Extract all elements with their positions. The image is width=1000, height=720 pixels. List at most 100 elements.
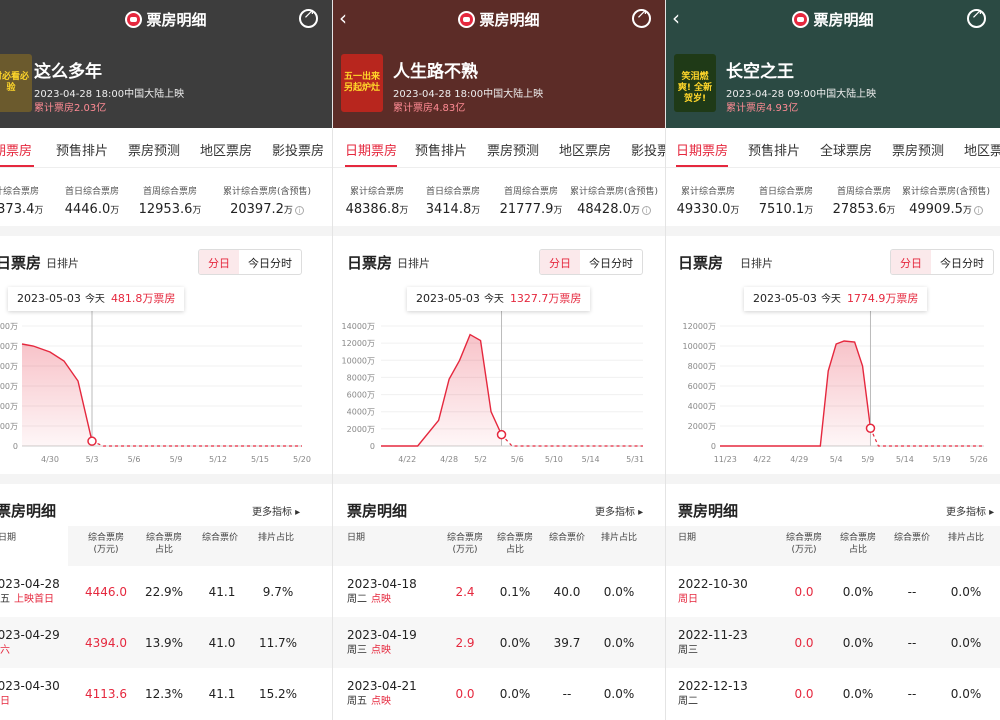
top-bar: 票房明细 [0, 0, 332, 38]
row-weekday: 周三 [678, 645, 698, 656]
more-metrics-link[interactable]: 更多指标 ▸ [252, 503, 300, 518]
row-week: 周六 [0, 643, 60, 659]
tab-presale[interactable]: 预售排片 [56, 140, 108, 159]
movie-poster[interactable]: 笑泪燃爽! 全新贺岁! [674, 54, 716, 112]
y-tick-label: 2000万 [688, 422, 716, 431]
row-week: 周三 点映 [347, 643, 417, 659]
tab-daily-gross[interactable]: 日期票房 [676, 140, 728, 159]
stat-cumulative-presale: 累计综合票房(含预售) 20397.2万 i [212, 184, 322, 217]
chart-tooltip: 2023-05-03 今天 1774.9万票房 [744, 287, 928, 311]
y-tick-label: 10000万 [342, 356, 375, 365]
stat-label: 首周综合票房 [142, 187, 197, 197]
stat-value: 48386.8万 [337, 202, 417, 217]
tooltip-today: 今天 [820, 294, 841, 305]
table-row[interactable]: 2022-12-13 周二 0.0 0.0% -- 0.0% [666, 668, 1000, 719]
movie-poster[interactable]: 五一出来 另起炉灶 [341, 54, 383, 112]
table-row[interactable]: 2022-11-23 周三 0.0 0.0% -- 0.0% [666, 617, 1000, 668]
section-gap [666, 474, 1000, 484]
row-weekday: 周三 [347, 645, 367, 656]
stat-number: 27853.6 [832, 202, 887, 217]
row-note: 点映 [371, 696, 391, 707]
info-icon[interactable]: i [973, 206, 983, 215]
tab-forecast[interactable]: 票房预测 [128, 140, 180, 159]
row-date-value: 2023-04-30 [0, 679, 60, 693]
brand-title: 票房明细 [0, 9, 332, 30]
stat-first-week: 首周综合票房 12953.6万 [130, 184, 210, 217]
row-share: 12.3% [144, 687, 184, 701]
stat-label: 首日综合票房 [425, 187, 480, 197]
x-tick-label: 4/22 [753, 455, 771, 464]
table-row[interactable]: 2023-04-30 周日 4113.6 12.3% 41.1 15.2% [0, 668, 332, 719]
row-week: 周日 [0, 694, 60, 710]
x-tick-label: 5/20 [293, 455, 311, 464]
poster-text: 笑泪燃爽! 全新贺岁! [677, 72, 713, 104]
row-weekday: 周二 [347, 594, 367, 605]
detail-card: 票房明细 更多指标 ▸ 日期 综合票房(万元) 综合票房占比 综合票价 排片占比… [666, 484, 1000, 720]
tab-region[interactable]: 地区票房 [559, 140, 611, 159]
area-fill [720, 341, 871, 446]
table-row[interactable]: 2022-10-30 周日 0.0 0.0% -- 0.0% [666, 566, 1000, 617]
row-date-value: 2023-04-28 [0, 577, 60, 591]
y-tick-label: 12000万 [342, 339, 375, 348]
share-icon[interactable] [967, 6, 986, 28]
x-tick-label: 11/23 [714, 455, 737, 464]
movie-title: 长空之王 [726, 62, 794, 82]
table-row[interactable]: 2023-04-29 周六 4394.0 13.9% 41.0 11.7% [0, 617, 332, 668]
forecast-dashed-line [91, 440, 302, 447]
tab-presale[interactable]: 预售排片 [748, 140, 800, 159]
table-row[interactable]: 2023-04-18 周二 点映 2.4 0.1% 40.0 0.0% [333, 566, 665, 617]
stat-value: 48428.0万 i [559, 202, 665, 217]
movie-header: 票房明细 时必看必验 这么多年 2023-04-28 18:00中国大陆上映 累… [0, 0, 332, 128]
table-row[interactable]: 2023-04-21 周五 点映 0.0 0.0% -- 0.0% [333, 668, 665, 719]
movie-title: 这么多年 [34, 62, 102, 82]
stat-label: 累计综合票房(含预售) [569, 187, 659, 197]
row-price: -- [907, 585, 917, 599]
tab-region[interactable]: 地区票房 [200, 140, 252, 159]
tab-global[interactable]: 全球票房 [820, 140, 872, 159]
table-row[interactable]: 2023-04-19 周三 点映 2.9 0.0% 39.7 0.0% [333, 617, 665, 668]
tooltip-today: 今天 [483, 294, 504, 305]
more-metrics-link[interactable]: 更多指标 ▸ [946, 503, 994, 518]
th-price: 综合票价 [893, 533, 930, 543]
stat-number: 20397.2 [230, 202, 284, 217]
info-icon[interactable]: i [294, 206, 304, 215]
tab-investor[interactable]: 影投票房 [272, 140, 324, 159]
row-date: 2023-04-30 周日 [0, 678, 60, 710]
more-metrics-link[interactable]: 更多指标 ▸ [595, 503, 643, 518]
tooltip-today: 今天 [84, 294, 105, 305]
y-tick-label: 2000万 [0, 422, 18, 431]
row-sched: 0.0% [950, 636, 982, 650]
stat-number: 48386.8 [345, 202, 400, 217]
row-date: 2023-04-28周五上映首日 [0, 576, 60, 608]
row-sched: 0.0% [950, 687, 982, 701]
table-row[interactable]: 2023-04-28周五上映首日 4446.0 22.9% 41.1 9.7% [0, 566, 332, 617]
info-icon[interactable]: i [641, 206, 651, 215]
stat-label: 首日综合票房 [64, 187, 119, 197]
row-sched: 0.0% [603, 636, 635, 650]
x-tick-label: 5/6 [511, 455, 524, 464]
stat-unit: 万 [730, 206, 740, 216]
share-icon[interactable] [299, 6, 318, 28]
chart-svg: 0 2000万 4000万 6000万 8000万 10000万 12000万 11/23 4/… [683, 310, 988, 464]
tab-region[interactable]: 地区票房 [964, 140, 1000, 159]
panel-movie-1: 票房明细 时必看必验 这么多年 2023-04-28 18:00中国大陆上映 累… [0, 0, 333, 720]
stat-number: 3414.8 [425, 202, 472, 217]
row-price: -- [907, 687, 917, 701]
tab-presale[interactable]: 预售排片 [415, 140, 467, 159]
tab-forecast[interactable]: 票房预测 [892, 140, 944, 159]
row-weekday: 周五 [347, 696, 367, 707]
movie-poster[interactable]: 时必看必验 [0, 54, 32, 112]
tab-daily-gross[interactable]: 日期票房 [0, 140, 32, 159]
row-week: 周二 点映 [347, 592, 417, 608]
stat-value: 20373.4万 [0, 202, 52, 217]
stats-row: 累计综合票房20373.4万 首日综合票房4446.0万 首周综合票房12953… [0, 168, 332, 226]
forecast-dashed-line [501, 434, 643, 447]
share-icon[interactable] [632, 6, 651, 28]
row-weekday: 周日 [0, 696, 10, 707]
tab-daily-gross[interactable]: 日期票房 [345, 140, 397, 159]
chart-card: 日票房 日排片 分日今日分时 02000万4000万6000万8000万1000… [666, 236, 1000, 474]
tab-forecast[interactable]: 票房预测 [487, 140, 539, 159]
stat-value: 3414.8万 [413, 202, 493, 217]
highlight-marker [87, 436, 97, 446]
tab-investor[interactable]: 影投票房 [631, 140, 665, 159]
